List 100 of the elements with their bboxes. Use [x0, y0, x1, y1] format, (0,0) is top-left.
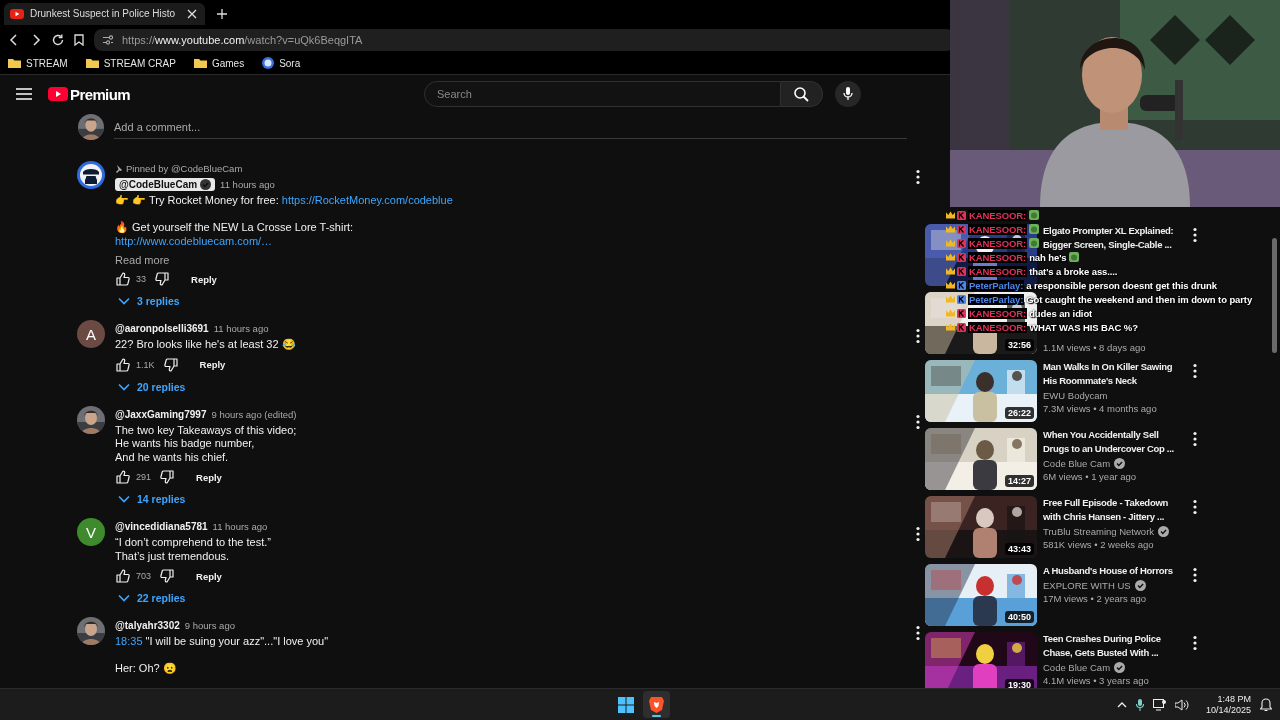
site-logo[interactable]: Premium — [48, 85, 130, 103]
link[interactable]: http://www.codebluecam.com/… — [115, 234, 910, 248]
voice-search-button[interactable] — [835, 81, 861, 107]
thumbs-up-icon[interactable] — [115, 356, 131, 373]
like-count: 1.1K — [136, 359, 155, 370]
author-name[interactable]: @vincedidiana5781 — [115, 521, 208, 532]
more-options-icon[interactable] — [1193, 363, 1197, 379]
reload-icon[interactable] — [52, 34, 64, 46]
more-options-icon[interactable] — [916, 526, 920, 542]
channel-name[interactable]: Code Blue Cam — [1043, 457, 1111, 470]
search-button[interactable] — [781, 81, 823, 107]
back-icon[interactable] — [8, 34, 20, 46]
comment-text: That’s just tremendous. — [115, 549, 231, 563]
comment-text: Her: Oh? 😦 — [115, 662, 178, 676]
more-options-icon[interactable] — [916, 169, 920, 185]
author-name[interactable]: @JaxxGaming7997 — [115, 408, 207, 420]
chat-message: nah he's — [1029, 251, 1067, 263]
bookmark[interactable]: Games — [193, 57, 245, 69]
chat-username: KANESOOR: — [968, 307, 1028, 319]
notification-bell-icon[interactable] — [1260, 698, 1272, 711]
bookmark-icon[interactable] — [74, 34, 84, 46]
video-stats: 6M views • 1 year ago — [1043, 470, 1138, 483]
comment-time[interactable]: 11 hours ago — [213, 323, 269, 334]
new-tab-icon[interactable] — [217, 8, 228, 19]
thumbs-up-icon[interactable] — [115, 568, 131, 584]
more-options-icon[interactable] — [1193, 227, 1197, 243]
video-title[interactable]: Elgato Prompter XL Explained: — [1043, 224, 1174, 238]
browser-tab[interactable]: Drunkest Suspect in Police Histo — [4, 2, 206, 25]
bookmark[interactable]: Sora — [262, 57, 301, 69]
police-officer-avatar-icon[interactable] — [77, 161, 105, 189]
replies-toggle[interactable]: 22 replies — [117, 587, 186, 609]
reply-button[interactable]: Reply — [192, 567, 226, 585]
video-title[interactable]: Bigger Screen, Single-Cable ... — [1043, 238, 1172, 252]
video-title[interactable]: Drugs to an Undercover Cop ... — [1043, 442, 1174, 456]
scrollbar-thumb[interactable] — [1272, 238, 1277, 353]
close-icon[interactable] — [187, 8, 198, 19]
reply-button[interactable]: Reply — [187, 270, 221, 288]
menu-icon[interactable] — [16, 88, 32, 100]
link[interactable]: 18:35 — [115, 635, 143, 647]
more-options-icon[interactable] — [1193, 567, 1197, 583]
video-title[interactable]: Teen Crashes During Police — [1043, 632, 1161, 646]
comment-input-field[interactable]: Add a comment... — [114, 115, 907, 139]
chat-message: WHAT WAS HIS BAC %? — [1029, 321, 1138, 333]
video-title[interactable]: A Husband's House of Horrors — [1043, 564, 1173, 578]
video-title[interactable]: Chase, Gets Busted With ... — [1043, 646, 1159, 660]
replies-toggle[interactable]: 14 replies — [117, 488, 186, 510]
more-options-icon[interactable] — [916, 413, 920, 430]
video-title[interactable]: with Chris Hansen - Jittery ... — [1043, 510, 1165, 524]
forward-icon[interactable] — [30, 34, 42, 46]
video-stats: 7.3M views • 4 months ago — [1043, 402, 1158, 415]
thumbs-up-icon[interactable] — [115, 469, 131, 485]
link[interactable]: https://RocketMoney.com/codeblue — [281, 194, 453, 206]
more-options-icon[interactable] — [1193, 499, 1197, 515]
windows-start-icon — [617, 696, 634, 713]
chevron-up-icon[interactable] — [1116, 701, 1127, 708]
thumbs-up-icon[interactable] — [115, 271, 131, 287]
author-name[interactable]: @CodeBlueCam — [115, 178, 216, 191]
more-options-icon[interactable] — [1193, 635, 1197, 651]
thumbs-down-icon[interactable] — [162, 356, 179, 373]
video-title[interactable]: When You Accidentally Sell — [1043, 428, 1159, 442]
microphone-icon[interactable] — [1135, 698, 1144, 711]
comment-time[interactable]: 9 hours ago — [184, 620, 235, 631]
comment-time[interactable]: 9 hours ago (edited) — [211, 408, 297, 420]
comment-text: And he wants his chief. — [115, 450, 230, 464]
thumbs-down-icon[interactable] — [154, 271, 170, 287]
reply-button[interactable]: Reply — [195, 356, 230, 373]
clock[interactable]: 1:48 PM 10/14/2025 — [1205, 693, 1251, 716]
more-options-icon[interactable] — [1193, 431, 1197, 447]
read-more-link[interactable]: Read more — [115, 254, 170, 266]
replies-toggle[interactable]: 20 replies — [117, 375, 186, 398]
reply-button[interactable]: Reply — [192, 468, 226, 486]
video-stats: 17M views • 2 years ago — [1043, 592, 1148, 605]
video-title[interactable]: His Roommate's Neck — [1043, 374, 1137, 388]
author-name[interactable]: @aaronpolselli3691 — [115, 323, 209, 334]
channel-name[interactable]: TruBlu Streaming Network — [1043, 525, 1155, 538]
video-title[interactable]: Man Walks In On Killer Sawing — [1043, 360, 1173, 374]
more-options-icon[interactable] — [916, 328, 920, 344]
comment-text: The two key Takeaways of this video; — [115, 423, 298, 437]
bookmark[interactable]: STREAM — [8, 57, 68, 69]
search-field[interactable]: Search — [424, 81, 781, 107]
comment-time[interactable]: 11 hours ago — [212, 521, 268, 532]
chat-username: KANESOOR: — [968, 251, 1028, 263]
video-duration: 43:43 — [1004, 543, 1034, 555]
channel-name[interactable]: EXPLORE WITH US — [1043, 579, 1131, 592]
avatar[interactable]: A — [77, 320, 105, 348]
network-icon[interactable] — [1152, 698, 1166, 711]
avatar[interactable]: V — [77, 518, 105, 546]
author-name[interactable]: @talyahr3302 — [115, 620, 180, 631]
channel-name[interactable]: EWU Bodycam — [1043, 389, 1108, 402]
taskbar-app[interactable] — [643, 691, 670, 718]
video-duration: 40:50 — [1004, 611, 1034, 623]
bookmark[interactable]: STREAM CRAP — [85, 57, 176, 69]
replies-toggle[interactable]: 3 replies — [117, 290, 180, 312]
video-title[interactable]: Free Full Episode - Takedown — [1043, 496, 1168, 510]
channel-name[interactable]: Code Blue Cam — [1043, 661, 1111, 674]
volume-icon[interactable] — [1174, 698, 1189, 711]
more-options-icon[interactable] — [916, 625, 920, 641]
thumbs-down-icon[interactable] — [159, 469, 176, 485]
comment-time[interactable]: 11 hours ago — [220, 179, 275, 190]
thumbs-down-icon[interactable] — [159, 568, 176, 584]
